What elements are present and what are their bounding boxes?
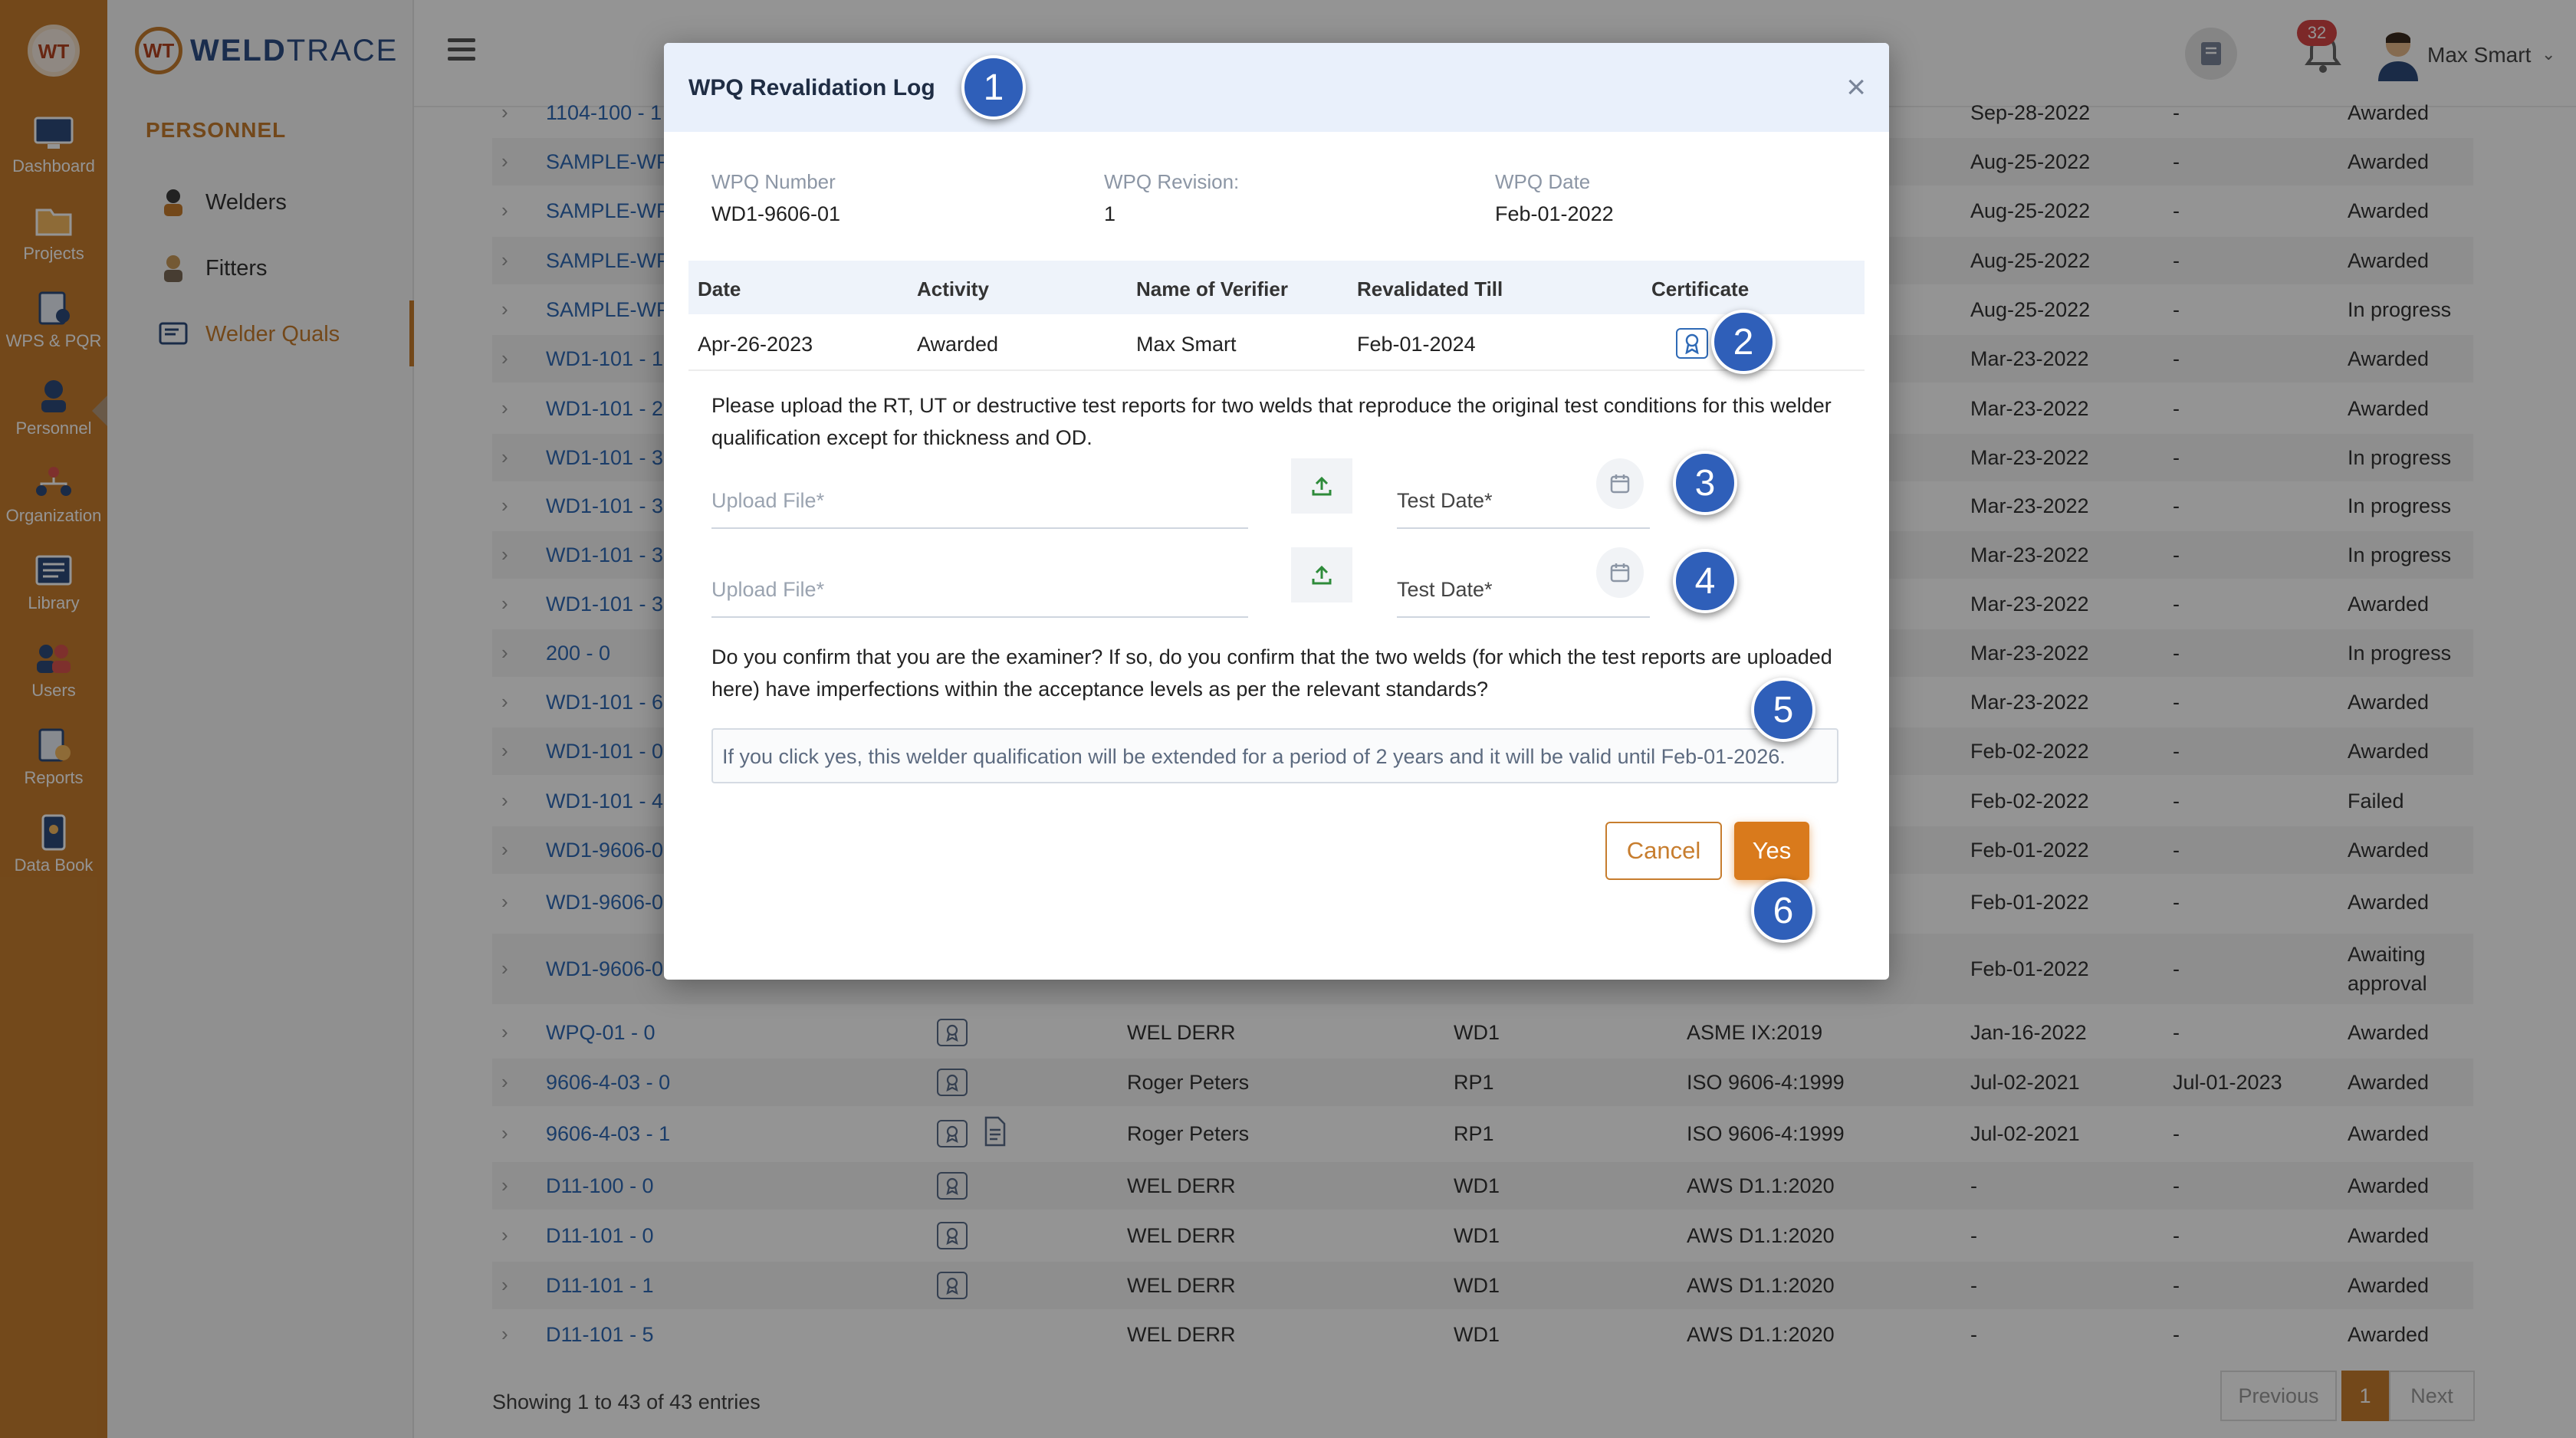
extension-note-text: If you click yes, this welder qualificat… [722, 745, 1786, 768]
upload-file-2-placeholder: Upload File* [711, 578, 825, 601]
calendar-icon [1610, 474, 1630, 494]
log-activity: Awarded [917, 333, 999, 356]
callout-3: 3 [1673, 451, 1737, 515]
callout-5: 5 [1751, 678, 1815, 742]
yes-button[interactable]: Yes [1734, 822, 1809, 880]
log-revalidated-till: Feb-01-2024 [1357, 333, 1476, 356]
wpq-date-value: Feb-01-2022 [1495, 202, 1614, 225]
test-date-2-picker[interactable] [1596, 547, 1644, 598]
upload-instruction: Please upload the RT, UT or destructive … [711, 394, 1832, 449]
calendar-icon [1610, 563, 1630, 583]
log-date: Apr-26-2023 [698, 333, 813, 356]
log-table-header: Date Activity Name of Verifier Revalidat… [688, 261, 1865, 314]
log-col-revalidated-till: Revalidated Till [1357, 277, 1503, 300]
wpq-revision-value: 1 [1104, 202, 1116, 225]
log-col-date: Date [698, 277, 741, 300]
test-date-2-placeholder: Test Date* [1397, 578, 1493, 601]
certificate-icon[interactable] [1676, 328, 1708, 359]
wpq-revision-label: WPQ Revision: [1104, 170, 1240, 193]
log-col-certificate: Certificate [1651, 277, 1750, 300]
wpq-number-label: WPQ Number [711, 170, 836, 193]
log-col-activity: Activity [917, 277, 989, 300]
examiner-confirmation-text: Do you confirm that you are the examiner… [711, 645, 1832, 701]
log-table-row: Apr-26-2023 Awarded Max Smart Feb-01-202… [688, 314, 1865, 371]
test-date-1-placeholder: Test Date* [1397, 489, 1493, 512]
callout-2: 2 [1711, 310, 1776, 374]
wpq-number-value: WD1-9606-01 [711, 202, 841, 225]
modal-header: WPQ Revalidation Log × [664, 43, 1889, 132]
modal-title: WPQ Revalidation Log [688, 75, 935, 100]
upload-icon [1312, 476, 1332, 496]
log-col-verifier: Name of Verifier [1136, 277, 1288, 300]
cancel-button[interactable]: Cancel [1605, 822, 1722, 880]
upload-icon [1312, 565, 1332, 585]
callout-4: 4 [1673, 549, 1737, 613]
upload-file-1-placeholder: Upload File* [711, 489, 825, 512]
extension-note: If you click yes, this welder qualificat… [711, 728, 1838, 783]
log-verifier: Max Smart [1136, 333, 1237, 356]
upload-file-1-button[interactable] [1291, 458, 1352, 514]
upload-file-2-field[interactable]: Upload File* [711, 561, 1248, 618]
callout-6: 6 [1751, 878, 1815, 943]
test-date-1-picker[interactable] [1596, 458, 1644, 509]
wpq-date-label: WPQ Date [1495, 170, 1591, 193]
upload-file-1-field[interactable]: Upload File* [711, 472, 1248, 529]
upload-file-2-button[interactable] [1291, 547, 1352, 602]
callout-1: 1 [961, 55, 1026, 120]
close-icon[interactable]: × [1846, 71, 1866, 104]
